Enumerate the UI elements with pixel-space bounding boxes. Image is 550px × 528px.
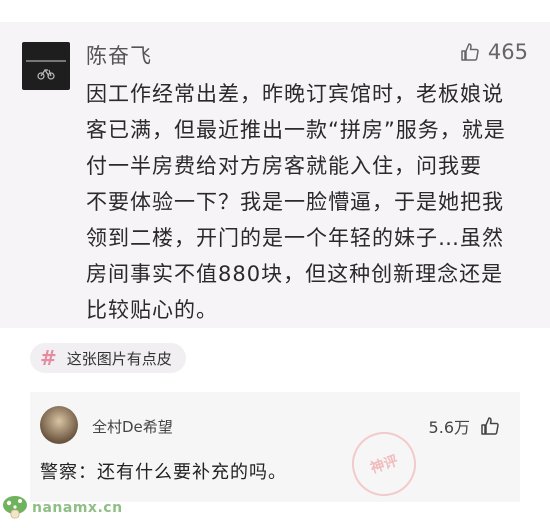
thumbs-up-icon	[481, 417, 499, 435]
thumbs-up-icon	[461, 43, 479, 61]
reply-like-button[interactable]: 5.6万	[429, 414, 500, 438]
post-line: 房间事实不值880块，但这种创新理念还是	[86, 262, 504, 286]
post-line: 付一半房费给对方房客就能入住，问我要	[86, 154, 482, 178]
post-line: 不要体验一下？我是一脸懵逼，于是她把我	[86, 190, 504, 214]
god-comment-stamp: 神评	[343, 423, 425, 505]
post-card: 陈奋飞 465 因工作经常出差，昨晚订宾馆时，老板娘说 客已满，但最近推出一款“…	[0, 22, 550, 328]
mushroom-logo-icon	[3, 496, 27, 519]
post-author-name[interactable]: 陈奋飞	[86, 40, 152, 70]
post-line: 因工作经常出差，昨晚订宾馆时，老板娘说	[86, 82, 504, 106]
page: 陈奋飞 465 因工作经常出差，昨晚订宾馆时，老板娘说 客已满，但最近推出一款“…	[0, 0, 550, 528]
post-like-button[interactable]: 465	[460, 40, 528, 64]
post-author-avatar[interactable]	[22, 42, 70, 90]
post-body: 因工作经常出差，昨晚订宾馆时，老板娘说 客已满，但最近推出一款“拼房”服务，就是…	[86, 76, 534, 328]
hash-icon: #	[40, 346, 57, 370]
topic-tag-label: 这张图片有点皮	[66, 349, 172, 368]
topic-tag[interactable]: # 这张图片有点皮	[30, 343, 186, 373]
reply-card: 全村De希望 5.6万 神评 警察：还有什么要补充的吗。	[30, 392, 520, 505]
watermark-text: nanamx.cn	[32, 500, 123, 516]
reply-author-name[interactable]: 全村De希望	[92, 416, 173, 437]
post-line: 比较贴心的。	[86, 298, 218, 322]
post-line: 客已满，但最近推出一款“拼房”服务，就是	[86, 118, 506, 142]
bicycle-icon	[37, 68, 55, 80]
post-line: 领到二楼，开门的是一个年轻的妹子…虽然	[86, 226, 504, 250]
reply-like-count: 5.6万	[428, 418, 470, 437]
avatar-caption-line	[26, 60, 66, 62]
reply-text: 警察：还有什么要补充的吗。	[40, 462, 287, 483]
reply-author-avatar[interactable]	[40, 406, 78, 444]
post-like-count: 465	[487, 40, 528, 64]
